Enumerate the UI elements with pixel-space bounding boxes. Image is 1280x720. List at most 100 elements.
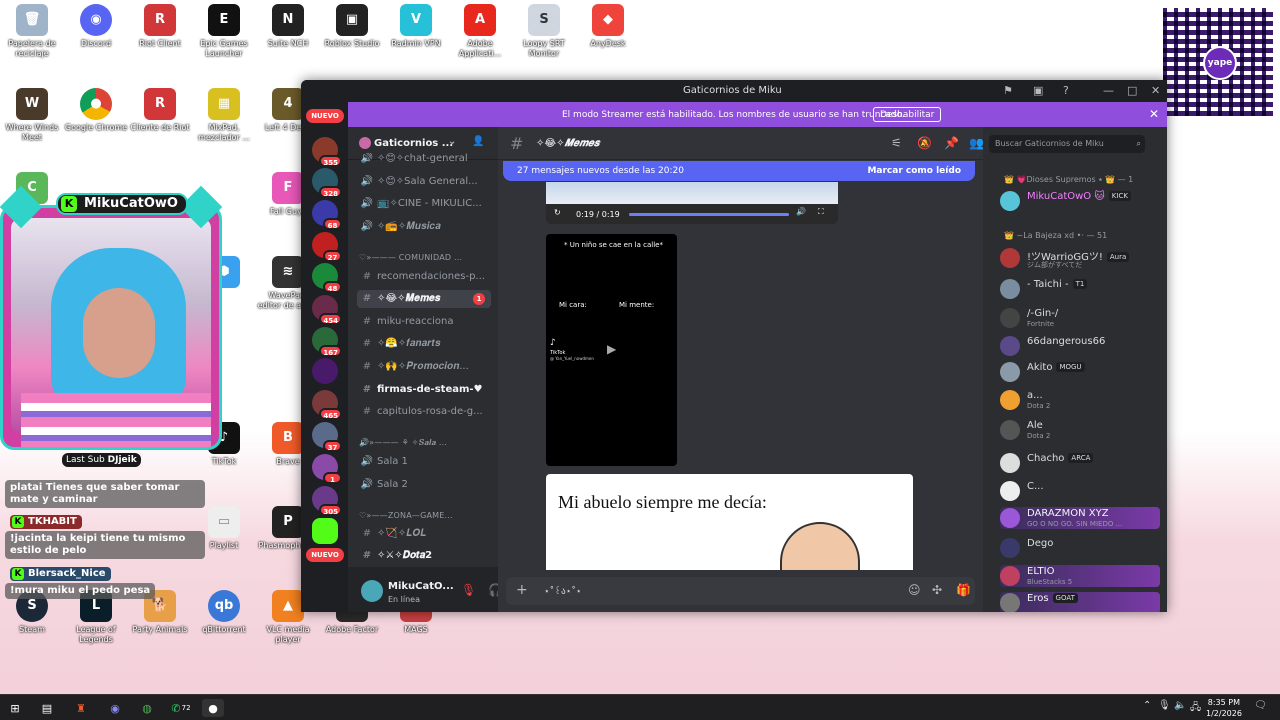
desktop-icon-nch[interactable]: N Suite NCH <box>256 4 320 49</box>
member-item[interactable]: Ale Dota 2 <box>1000 419 1160 441</box>
desktop-icon-riot-client-2[interactable]: R Cliente de Riot <box>128 88 192 133</box>
search-input[interactable]: Buscar Gaticornios de Miku ⌕ <box>989 135 1145 153</box>
server-icon[interactable]: 167 <box>312 327 342 357</box>
text-channel[interactable]: # ✧🙌✧𝑷𝒓𝒐𝒎𝒐𝒄𝒊𝒐𝒏... <box>357 358 491 376</box>
members-icon[interactable]: 👥 <box>969 136 984 150</box>
server-icon[interactable]: 328 <box>312 168 342 198</box>
video-attachment[interactable]: ↻ 0:19 / 0:19 🔊 ⛶ <box>546 182 838 224</box>
desktop-icon-epic[interactable]: E Epic Games Launcher <box>192 4 256 59</box>
category-comunidad[interactable]: ♡»——— COMUNIDAD ... <box>359 253 462 262</box>
disable-streamer-button[interactable]: Deshabilitar <box>873 107 942 122</box>
speaker-icon[interactable]: 🔈 <box>1174 700 1186 711</box>
voice-channel[interactable]: 🔊 Sala 1 <box>357 453 491 471</box>
close-icon[interactable]: ✕ <box>1151 84 1160 97</box>
server-icon[interactable]: 355 <box>312 137 342 167</box>
gift-icon[interactable]: 🎁 <box>956 583 971 597</box>
desktop-icon-discord[interactable]: ◉ Discord <box>64 4 128 49</box>
text-channel-unread[interactable]: # firmas-de-steam-♥ <box>357 381 491 399</box>
server-icon[interactable]: 305 <box>312 486 342 516</box>
task-view-icon[interactable]: ▤ <box>36 699 58 717</box>
member-item[interactable]: Chacho ARCA <box>1000 452 1160 474</box>
member-item[interactable]: a... Dota 2 <box>1000 389 1160 411</box>
help-icon[interactable]: ? <box>1063 84 1069 97</box>
member-item[interactable]: - Taichi - T1 <box>1000 278 1160 300</box>
kick-server-icon[interactable] <box>312 518 338 544</box>
close-banner-icon[interactable]: ✕ <box>1149 107 1159 121</box>
category-sala[interactable]: 🔊»——— ⚘ ✧𝑺𝒂𝒍𝒂 ... <box>359 438 447 448</box>
desktop-icon-mixpad[interactable]: ▦ MixPad, mezclador ... <box>192 88 256 143</box>
server-icon[interactable]: 454 <box>312 295 342 325</box>
desktop-icon-adobe[interactable]: A Adobe Applicati... <box>448 4 512 59</box>
text-channel[interactable]: # ✧🏹✧𝑳𝑶𝑳 <box>357 525 491 543</box>
voice-channel[interactable]: 🔊 ✧😊✧Sala General... <box>357 173 491 191</box>
member-item[interactable]: DARAZMON XYZ GO O NO GO. SIN MIEDO ... <box>1000 507 1160 529</box>
apps-icon[interactable]: ✣ <box>932 583 942 597</box>
server-icon[interactable]: 37 <box>312 422 342 452</box>
screen-icon[interactable]: ▣ <box>1033 84 1043 97</box>
volume-icon[interactable]: 🔊 <box>796 207 806 216</box>
tray-chevron-icon[interactable]: ⌃ <box>1143 700 1151 711</box>
voice-channel[interactable]: 🔊 ✧😊✧chat-general <box>357 153 491 165</box>
server-icon[interactable]: 68 <box>312 200 342 230</box>
server-icon[interactable]: 27 <box>312 232 342 262</box>
server-icon[interactable] <box>312 358 338 384</box>
desktop-icon-roblox-studio[interactable]: ▣ Roblox Studio <box>320 4 384 49</box>
threads-icon[interactable]: ⚟ <box>891 136 902 150</box>
play-icon[interactable]: ▶ <box>607 342 616 356</box>
member-item[interactable]: C... <box>1000 480 1160 502</box>
member-item[interactable]: Akito MOGU <box>1000 361 1160 383</box>
text-channel-selected[interactable]: # ✧😂✧𝑴𝒆𝒎𝒆𝒔 1 <box>357 290 491 308</box>
mark-as-read-button[interactable]: Marcar como leído <box>867 166 961 176</box>
notification-icon[interactable]: 🔕 <box>917 136 932 150</box>
category-zona-game[interactable]: ♡»——ZONA—GAME... <box>359 511 453 520</box>
text-channel-unread[interactable]: # ✧⚔✧𝑫𝒐𝒕𝒂2 <box>357 547 491 565</box>
notifications-icon[interactable]: 🗨 <box>1254 700 1267 711</box>
avatar[interactable] <box>361 580 383 602</box>
new-messages-bar[interactable]: 27 mensajes nuevos desde las 20:20 Marca… <box>503 161 975 181</box>
member-item[interactable]: /-Gin-/Fortnite <box>1000 307 1160 329</box>
image-attachment[interactable]: Mi abuelo siempre me decía: <box>546 474 913 570</box>
windows-start-icon[interactable]: ⊞ <box>4 699 26 717</box>
pin-icon[interactable]: 📌 <box>944 136 959 150</box>
server-icon[interactable]: 465 <box>312 390 342 420</box>
member-item[interactable]: 66dangerous66 <box>1000 335 1160 357</box>
text-channel[interactable]: # recomendaciones-p... <box>357 268 491 286</box>
desktop-icon-radmin[interactable]: V Radmin VPN <box>384 4 448 49</box>
mute-mic-icon[interactable]: 🎙 <box>461 583 476 597</box>
desktop-icon-recycle-bin[interactable]: 🗑 Papelera de reciclaje <box>0 4 64 59</box>
voice-channel[interactable]: 🔊 ✧📻✧𝑴𝒖𝒔𝒊𝒄𝒂 <box>357 218 491 236</box>
desktop-icon-anydesk[interactable]: ◆ AnyDesk <box>576 4 640 49</box>
voice-channel[interactable]: 🔊 📺✧CINE - MIKULIC... <box>357 195 491 213</box>
member-item[interactable]: ELTIO BlueStacks 5 <box>1000 565 1160 587</box>
desktop-icon-riot-client[interactable]: R Riot Client <box>128 4 192 49</box>
add-member-icon[interactable]: 👤 <box>472 136 484 147</box>
desktop-icon-chrome[interactable]: ● Google Chrome <box>64 88 128 133</box>
whatsapp-taskbar-icon[interactable]: ✆ 72 <box>170 699 192 717</box>
text-channel[interactable]: # ✧😤✧𝒇𝒂𝒏𝒂𝒓𝒕𝒔 <box>357 335 491 353</box>
member-item[interactable]: MikuCatOwO 🐱 KICK <box>1000 190 1160 212</box>
composer-input[interactable]: ⋆˚꒰ა⋆˚⋆ <box>544 585 582 597</box>
text-channel[interactable]: # miku-reacciona <box>357 313 491 331</box>
video-progress[interactable] <box>629 213 789 216</box>
emoji-icon[interactable]: ☺ <box>908 583 921 597</box>
member-item[interactable]: Eros GOAT <box>1000 592 1160 612</box>
member-item[interactable]: Dego <box>1000 537 1160 559</box>
add-attachment-icon[interactable]: + <box>516 582 528 598</box>
desktop-icon-loopy[interactable]: S Loopy SRT Monitor <box>512 4 576 59</box>
member-item[interactable]: !ツWarrioGGツ! Aura ジム部がすべてだ <box>1000 247 1160 269</box>
minimize-icon[interactable]: — <box>1103 84 1114 97</box>
inbox-icon[interactable]: ⚑ <box>1003 84 1013 97</box>
text-channel[interactable]: # capitulos-rosa-de-g... <box>357 403 491 421</box>
fullscreen-icon[interactable]: ⛶ <box>818 207 824 217</box>
network-icon[interactable]: 🖧 <box>1190 700 1201 717</box>
replay-icon[interactable]: ↻ <box>554 208 561 217</box>
chrome-taskbar-icon[interactable]: ◍ <box>136 699 158 717</box>
desktop-icon-where-winds[interactable]: W Where Winds Meet <box>0 88 64 143</box>
desktop-icon-qbittorrent[interactable]: qb qBittorrent <box>192 590 256 635</box>
obs-taskbar-icon[interactable]: ● <box>202 699 224 717</box>
server-icon[interactable]: 48 <box>312 263 342 293</box>
voice-channel[interactable]: 🔊 Sala 2 <box>357 476 491 494</box>
clock[interactable]: 8:35 PM 1/2/2026 <box>1206 697 1242 719</box>
mic-icon[interactable]: 🎙 <box>1158 700 1171 711</box>
message-composer[interactable]: + ⋆˚꒰ა⋆˚⋆ ☺ ✣ 🎁 <box>506 577 975 605</box>
